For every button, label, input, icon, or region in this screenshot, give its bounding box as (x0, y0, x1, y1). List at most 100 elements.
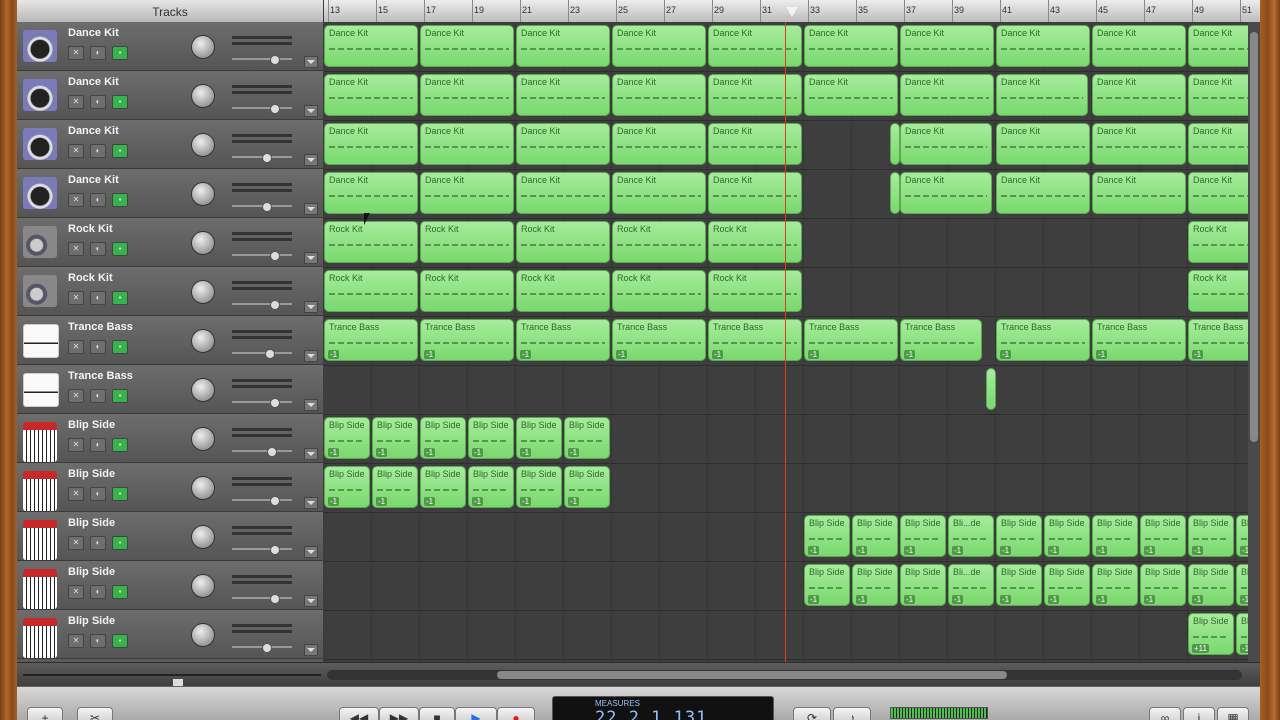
audio-region[interactable]: Blip Side -1 (564, 466, 610, 508)
lock-button[interactable]: ▪ (112, 634, 128, 648)
track-menu-button[interactable] (304, 399, 318, 411)
solo-headphones-icon[interactable]: ◐ (90, 536, 106, 550)
audio-region[interactable]: Dance Kit (708, 74, 802, 116)
volume-slider[interactable] (232, 254, 292, 256)
volume-slider-thumb[interactable] (270, 251, 280, 261)
audio-region[interactable]: Dance Kit (996, 25, 1090, 67)
audio-region[interactable]: Trance Bass -1 (804, 319, 898, 361)
lock-button[interactable]: ▪ (112, 585, 128, 599)
mute-button[interactable]: ✕ (68, 585, 84, 599)
audio-region[interactable]: Dance Kit (516, 25, 610, 67)
track-header[interactable]: Dance Kit ✕ ◐ ▪ (17, 22, 323, 71)
pan-knob[interactable] (191, 623, 215, 647)
audio-region[interactable]: Dance Kit (516, 172, 610, 214)
track-menu-button[interactable] (304, 56, 318, 68)
volume-slider-thumb[interactable] (270, 55, 280, 65)
audio-region[interactable]: Blip Side -1 (420, 417, 466, 459)
pan-knob[interactable] (191, 329, 215, 353)
audio-region[interactable]: Dance Kit (1188, 123, 1248, 165)
audio-region[interactable]: Dance Kit (804, 25, 898, 67)
track-header[interactable]: Dance Kit ✕ ◐ ▪ (17, 169, 323, 218)
track-lane[interactable]: Rock Kit Rock Kit Rock Kit Rock Kit Rock Kit… (324, 218, 1248, 268)
solo-headphones-icon[interactable]: ◐ (90, 389, 106, 403)
audio-region[interactable]: Rock Kit (516, 270, 610, 312)
pan-knob[interactable] (191, 231, 215, 255)
audio-region[interactable]: Trance Bass -1 (1092, 319, 1186, 361)
audio-region[interactable]: Dance Kit (804, 74, 898, 116)
volume-slider-thumb[interactable] (270, 104, 280, 114)
volume-slider-thumb[interactable] (270, 300, 280, 310)
lock-button[interactable]: ▪ (112, 438, 128, 452)
track-lane[interactable]: Trance Bass -1 Trance Bass -1 Trance Bass -1 T… (324, 316, 1248, 366)
info-button[interactable]: i (1183, 707, 1215, 720)
volume-slider[interactable] (232, 107, 292, 109)
audio-region[interactable]: Dance Kit (900, 74, 994, 116)
audio-region[interactable]: Rock Kit (612, 221, 706, 263)
record-button[interactable]: ● (497, 707, 535, 720)
audio-region[interactable]: Blip Side -1 (324, 466, 370, 508)
editor-button[interactable]: ✂ (77, 707, 113, 720)
audio-region[interactable]: Dance Kit (996, 172, 1090, 214)
audio-region[interactable]: Blip Side -1 (852, 564, 898, 606)
audio-region[interactable]: Blip Side -1 (468, 466, 514, 508)
audio-region[interactable] (890, 172, 900, 214)
solo-headphones-icon[interactable]: ◐ (90, 193, 106, 207)
audio-region[interactable]: Blip Side -1 (996, 515, 1042, 557)
audio-region[interactable]: Blip Side -1 (804, 564, 850, 606)
volume-slider[interactable] (232, 597, 292, 599)
lock-button[interactable]: ▪ (112, 242, 128, 256)
audio-region[interactable]: Blip Side -1 (1236, 613, 1248, 655)
audio-region[interactable]: Dance Kit (996, 123, 1090, 165)
audio-region[interactable]: Rock Kit (1188, 270, 1248, 312)
audio-region[interactable]: Trance Bass -1 (324, 319, 418, 361)
solo-headphones-icon[interactable]: ◐ (90, 487, 106, 501)
audio-region[interactable]: Dance Kit (324, 172, 418, 214)
pan-knob[interactable] (191, 182, 215, 206)
audio-region[interactable]: Blip Side -1 (804, 515, 850, 557)
audio-region[interactable]: Dance Kit (420, 25, 514, 67)
mute-button[interactable]: ✕ (68, 438, 84, 452)
track-menu-button[interactable] (304, 595, 318, 607)
solo-headphones-icon[interactable]: ◐ (90, 95, 106, 109)
audio-region[interactable]: Rock Kit (420, 221, 514, 263)
pan-knob[interactable] (191, 133, 215, 157)
audio-region[interactable]: Rock Kit (420, 270, 514, 312)
audio-region[interactable]: Dance Kit (420, 123, 514, 165)
solo-headphones-icon[interactable]: ◐ (90, 144, 106, 158)
pan-knob[interactable] (191, 84, 215, 108)
add-track-button[interactable]: + (27, 707, 63, 720)
lock-button[interactable]: ▪ (112, 536, 128, 550)
audio-region[interactable]: Dance Kit (1092, 172, 1186, 214)
volume-slider-thumb[interactable] (262, 643, 272, 653)
mute-button[interactable]: ✕ (68, 340, 84, 354)
pan-knob[interactable] (191, 427, 215, 451)
volume-slider[interactable] (232, 401, 292, 403)
audio-region[interactable]: Blip Side -1 (1188, 564, 1234, 606)
track-lane[interactable]: Blip Side +11 Blip Side -1 (324, 610, 1248, 660)
volume-slider[interactable] (232, 58, 292, 60)
mute-button[interactable]: ✕ (68, 144, 84, 158)
solo-headphones-icon[interactable]: ◐ (90, 340, 106, 354)
track-lane[interactable]: Dance Kit Dance Kit Dance Kit Dance Kit Danc… (324, 169, 1248, 219)
lock-button[interactable]: ▪ (112, 193, 128, 207)
audio-region[interactable]: Dance Kit (324, 123, 418, 165)
stop-button[interactable]: ■ (419, 707, 455, 720)
track-header[interactable]: Rock Kit ✕ ◐ ▪ (17, 218, 323, 267)
audio-region[interactable]: Rock Kit (708, 221, 802, 263)
audio-region[interactable]: Rock Kit (1188, 221, 1248, 263)
volume-slider-thumb[interactable] (262, 202, 272, 212)
audio-region[interactable]: Blip Side -1 (1092, 564, 1138, 606)
track-header[interactable]: Rock Kit ✕ ◐ ▪ (17, 267, 323, 316)
audio-region[interactable]: Blip Side -1 (1044, 515, 1090, 557)
audio-region[interactable]: Bli...de -1 (948, 564, 994, 606)
volume-slider[interactable] (232, 450, 292, 452)
track-menu-button[interactable] (304, 105, 318, 117)
audio-region[interactable]: Blip Side +11 (1188, 613, 1234, 655)
audio-region[interactable]: Trance Bass -1 (516, 319, 610, 361)
volume-slider-thumb[interactable] (270, 496, 280, 506)
track-menu-button[interactable] (304, 546, 318, 558)
track-lane[interactable]: Rock Kit Rock Kit Rock Kit Rock Kit Rock Kit… (324, 267, 1248, 317)
audio-region[interactable]: Dance Kit (612, 25, 706, 67)
pan-knob[interactable] (191, 476, 215, 500)
mute-button[interactable]: ✕ (68, 634, 84, 648)
